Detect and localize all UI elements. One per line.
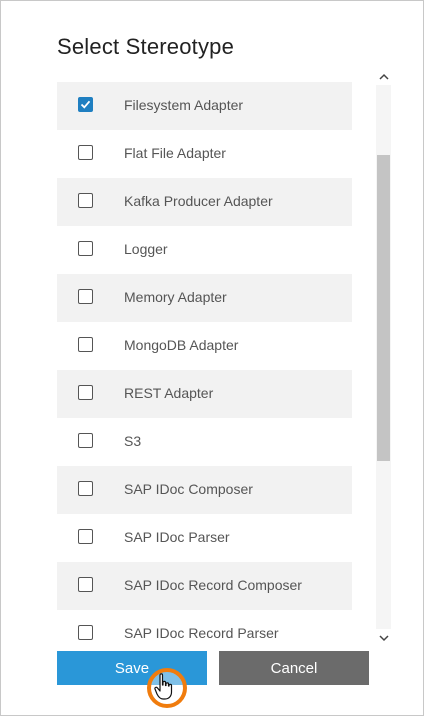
check-icon bbox=[80, 100, 91, 109]
checkbox[interactable] bbox=[78, 337, 93, 352]
dialog-title: Select Stereotype bbox=[57, 34, 235, 59]
select-stereotype-dialog: Select Stereotype Filesystem Adapter Flat… bbox=[0, 0, 424, 716]
stereotype-list: Filesystem Adapter Flat File Adapter Kafka… bbox=[57, 82, 352, 642]
list-item-label: Filesystem Adapter bbox=[124, 97, 244, 113]
list-item[interactable]: Memory Adapter bbox=[57, 274, 352, 322]
list-item[interactable]: Flat File Adapter bbox=[57, 130, 352, 178]
list-item[interactable]: SAP IDoc Parser bbox=[57, 514, 352, 562]
list-item-label: Memory Adapter bbox=[124, 289, 227, 305]
list-item-label: SAP IDoc Parser bbox=[124, 529, 230, 545]
chevron-down-icon[interactable] bbox=[375, 631, 392, 645]
list-item-label: Flat File Adapter bbox=[124, 145, 226, 161]
list-item-label: S3 bbox=[124, 433, 142, 449]
chevron-up-icon[interactable] bbox=[375, 69, 392, 83]
list-item[interactable]: SAP IDoc Record Parser bbox=[57, 610, 352, 642]
list-item-label: Kafka Producer Adapter bbox=[124, 193, 273, 209]
scrollbar-thumb[interactable] bbox=[377, 155, 390, 461]
list-scrollbar[interactable] bbox=[375, 69, 392, 645]
list-item-label: Logger bbox=[124, 241, 168, 257]
list-item[interactable]: Kafka Producer Adapter bbox=[57, 178, 352, 226]
checkbox[interactable] bbox=[78, 385, 93, 400]
list-item[interactable]: SAP IDoc Record Composer bbox=[57, 562, 352, 610]
list-item[interactable]: MongoDB Adapter bbox=[57, 322, 352, 370]
list-item-label: SAP IDoc Record Composer bbox=[124, 577, 302, 593]
list-item[interactable]: Filesystem Adapter bbox=[57, 82, 352, 130]
list-item-label: MongoDB Adapter bbox=[124, 337, 239, 353]
checkbox[interactable] bbox=[78, 241, 93, 256]
list-item[interactable]: SAP IDoc Composer bbox=[57, 466, 352, 514]
list-item[interactable]: REST Adapter bbox=[57, 370, 352, 418]
list-item-label: SAP IDoc Record Parser bbox=[124, 625, 279, 641]
list-item[interactable]: Logger bbox=[57, 226, 352, 274]
list-item-label: SAP IDoc Composer bbox=[124, 481, 253, 497]
checkbox[interactable] bbox=[78, 529, 93, 544]
checkbox[interactable] bbox=[78, 433, 93, 448]
list-item-label: REST Adapter bbox=[124, 385, 214, 401]
checkbox[interactable] bbox=[78, 625, 93, 640]
checkbox[interactable] bbox=[78, 481, 93, 496]
list-item[interactable]: S3 bbox=[57, 418, 352, 466]
checkbox[interactable] bbox=[78, 193, 93, 208]
checkbox[interactable] bbox=[78, 97, 93, 112]
checkbox[interactable] bbox=[78, 289, 93, 304]
checkbox[interactable] bbox=[78, 145, 93, 160]
hand-pointer-icon bbox=[154, 673, 174, 706]
checkbox[interactable] bbox=[78, 577, 93, 592]
cancel-button[interactable]: Cancel bbox=[219, 651, 369, 685]
